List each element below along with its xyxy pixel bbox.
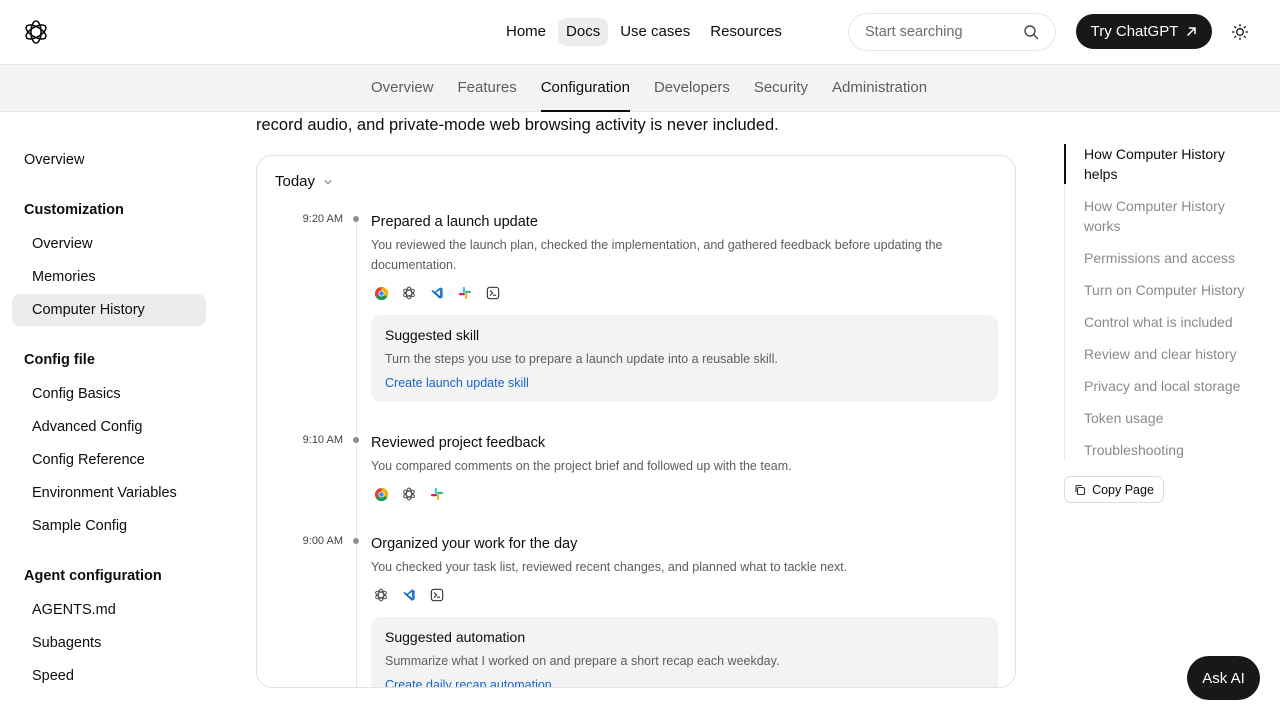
entry-title: Organized your work for the day — [371, 536, 578, 552]
sidebar-heading-config-file: Config file — [24, 352, 95, 368]
try-chatgpt-label: Try ChatGPT — [1090, 23, 1179, 40]
computer-history-card: Today 9:20 AM Prepared a launch update Y… — [256, 155, 1016, 688]
sidebar-item-subagents[interactable]: Subagents — [32, 635, 101, 651]
try-chatgpt-button[interactable]: Try ChatGPT — [1076, 14, 1212, 49]
sidebar-item-advanced-config[interactable]: Advanced Config — [32, 419, 142, 435]
chrome-icon — [371, 484, 391, 504]
entry-app-icons — [371, 283, 503, 303]
openai-icon — [399, 484, 419, 504]
entry-app-icons — [371, 484, 447, 504]
day-selector[interactable]: Today — [275, 173, 333, 190]
openai-icon — [371, 585, 391, 605]
sidebar-heading-agent-configuration: Agent configuration — [24, 568, 162, 584]
sun-icon — [1231, 23, 1249, 41]
vscode-icon — [399, 585, 419, 605]
toc-item-troubleshooting[interactable]: Troubleshooting — [1084, 440, 1254, 460]
toc-item-how-works[interactable]: How Computer History works — [1084, 196, 1254, 236]
nav-resources[interactable]: Resources — [702, 18, 790, 46]
sidebar-item-customization-overview[interactable]: Overview — [32, 236, 92, 252]
entry-time: 9:20 AM — [302, 213, 343, 225]
nav-home[interactable]: Home — [498, 18, 554, 46]
suggested-automation-card: Suggested automation Summarize what I wo… — [371, 617, 998, 687]
entry-description: You checked your task list, reviewed rec… — [371, 560, 848, 574]
openai-logo-icon[interactable] — [23, 19, 49, 45]
suggestion-description: Turn the steps you use to prepare a laun… — [385, 352, 778, 366]
toc-item-control[interactable]: Control what is included — [1084, 312, 1254, 332]
sidebar-item-memories[interactable]: Memories — [32, 269, 96, 285]
intro-text: record audio, and private-mode web brows… — [256, 116, 779, 134]
toc-item-turn-on[interactable]: Turn on Computer History — [1084, 280, 1254, 300]
section-tabs: Overview Features Configuration Develope… — [0, 64, 1280, 112]
entry-time: 9:00 AM — [302, 535, 343, 547]
timeline-dot — [353, 216, 359, 222]
slack-icon — [427, 484, 447, 504]
timeline-line — [356, 218, 357, 687]
entry-app-icons — [371, 585, 447, 605]
toc-item-privacy[interactable]: Privacy and local storage — [1084, 376, 1254, 396]
tab-features[interactable]: Features — [458, 65, 517, 111]
sidebar-item-config-basics[interactable]: Config Basics — [32, 386, 121, 402]
nav-docs[interactable]: Docs — [558, 18, 609, 46]
toc-track — [1064, 144, 1065, 460]
sidebar: Overview Customization Overview Memories… — [0, 112, 220, 720]
nav-use-cases[interactable]: Use cases — [612, 18, 698, 46]
sidebar-item-sample-config[interactable]: Sample Config — [32, 518, 127, 534]
tab-developers[interactable]: Developers — [654, 65, 730, 111]
copy-icon — [1075, 484, 1086, 495]
toc-item-token-usage[interactable]: Token usage — [1084, 408, 1254, 428]
sidebar-heading-customization: Customization — [24, 202, 124, 218]
timeline-dot — [353, 538, 359, 544]
ask-ai-label: Ask AI — [1202, 669, 1245, 687]
top-header: Home Docs Use cases Resources Start sear… — [0, 0, 1280, 64]
search-input[interactable]: Start searching — [848, 13, 1056, 51]
tab-security[interactable]: Security — [754, 65, 808, 111]
day-label: Today — [275, 173, 316, 190]
sidebar-item-environment-variables[interactable]: Environment Variables — [32, 485, 177, 501]
copy-page-label: Copy Page — [1092, 482, 1154, 497]
suggestion-title: Suggested automation — [385, 629, 526, 645]
search-icon — [1024, 25, 1039, 40]
sidebar-item-config-reference[interactable]: Config Reference — [32, 452, 145, 468]
tab-configuration[interactable]: Configuration — [540, 65, 631, 112]
sidebar-item-speed[interactable]: Speed — [32, 668, 74, 684]
chrome-icon — [371, 283, 391, 303]
ask-ai-button[interactable]: Ask AI — [1187, 656, 1260, 700]
openai-icon — [399, 283, 419, 303]
sidebar-item-overview[interactable]: Overview — [24, 152, 84, 168]
terminal-icon — [483, 283, 503, 303]
search-placeholder: Start searching — [865, 24, 963, 40]
sidebar-item-computer-history[interactable]: Computer History — [32, 302, 145, 318]
suggestion-title: Suggested skill — [385, 327, 480, 343]
sidebar-item-agents-md[interactable]: AGENTS.md — [32, 602, 116, 618]
arrow-up-right-icon — [1187, 27, 1197, 36]
toc-item-permissions[interactable]: Permissions and access — [1084, 248, 1254, 268]
create-daily-recap-automation-link[interactable]: Create daily recap automation — [385, 678, 552, 687]
main-nav: Home Docs Use cases Resources — [498, 18, 790, 46]
toc-active-indicator — [1064, 144, 1066, 184]
entry-title: Reviewed project feedback — [371, 435, 546, 451]
suggestion-description: Summarize what I worked on and prepare a… — [385, 654, 780, 668]
tab-overview[interactable]: Overview — [371, 65, 434, 111]
tab-administration[interactable]: Administration — [832, 65, 927, 111]
toc-item-review-clear[interactable]: Review and clear history — [1084, 344, 1254, 364]
theme-toggle-button[interactable] — [1228, 20, 1252, 44]
toc-item-how-helps[interactable]: How Computer History helps — [1084, 144, 1254, 184]
entry-title: Prepared a launch update — [371, 214, 538, 230]
slack-icon — [455, 283, 475, 303]
copy-page-button[interactable]: Copy Page — [1064, 476, 1164, 503]
create-launch-update-skill-link[interactable]: Create launch update skill — [385, 376, 529, 390]
entry-description: You reviewed the launch plan, checked th… — [371, 238, 943, 272]
chevron-down-icon — [324, 179, 332, 184]
entry-description: You compared comments on the project bri… — [371, 459, 792, 473]
timeline-dot — [353, 437, 359, 443]
vscode-icon — [427, 283, 447, 303]
suggested-skill-card: Suggested skill Turn the steps you use t… — [371, 315, 998, 402]
terminal-icon — [427, 585, 447, 605]
entry-time: 9:10 AM — [302, 434, 343, 446]
